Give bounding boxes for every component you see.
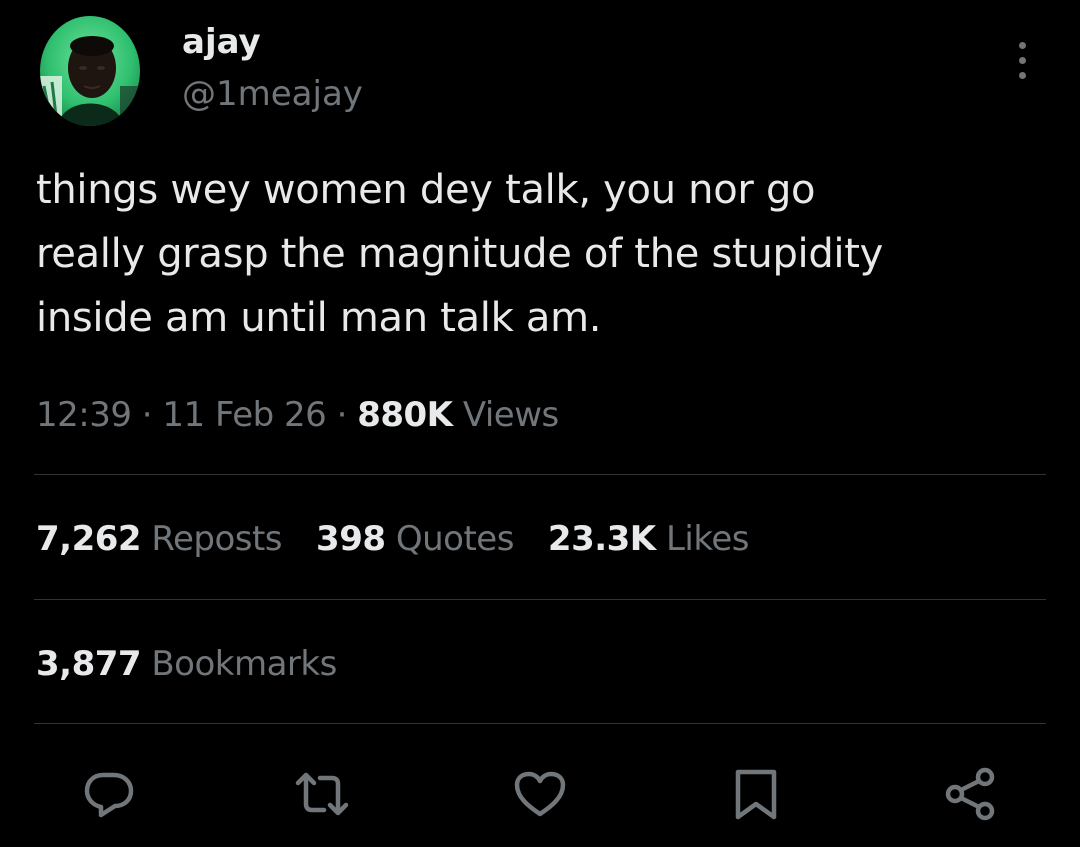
like-icon	[514, 771, 566, 817]
views-label: Views	[462, 395, 559, 435]
bookmarks-count: 3,877	[36, 644, 142, 684]
tweet-time[interactable]: 12:39	[36, 395, 132, 435]
tweet-text-line: really grasp the magnitude of the stupid…	[36, 231, 884, 277]
user-handle[interactable]: @1meajay	[182, 74, 363, 114]
tweet-text: things wey women dey talk, you nor go re…	[36, 158, 1046, 350]
divider	[34, 474, 1046, 475]
like-button[interactable]	[512, 766, 568, 822]
more-dot-icon	[1019, 42, 1026, 49]
reply-button[interactable]	[81, 766, 137, 822]
engagement-stats: 7,262 Reposts 398 Quotes 23.3K Likes	[36, 517, 783, 561]
share-button[interactable]	[943, 766, 999, 822]
more-dot-icon	[1019, 57, 1026, 64]
reposts-count: 7,262	[36, 519, 142, 559]
quotes-count: 398	[316, 519, 386, 559]
likes-count: 23.3K	[547, 519, 656, 559]
reposts-label: Reposts	[151, 519, 283, 559]
share-icon	[945, 767, 995, 821]
tweet-text-line: inside am until man talk am.	[36, 295, 602, 341]
bookmarks-label: Bookmarks	[151, 644, 337, 684]
bookmarks-stat[interactable]: 3,877 Bookmarks	[36, 642, 337, 686]
display-name[interactable]: ajay	[182, 22, 261, 62]
more-options-button[interactable]	[1008, 38, 1038, 84]
tweet-date[interactable]: 11 Feb 26	[162, 395, 326, 435]
tweet-detail: ajay @1meajay things wey women dey talk,…	[0, 0, 1080, 847]
divider	[34, 599, 1046, 600]
quotes-stat[interactable]: 398 Quotes	[316, 517, 514, 561]
tweet-text-line: things wey women dey talk, you nor go	[36, 167, 816, 213]
repost-icon	[295, 772, 349, 816]
repost-button[interactable]	[294, 766, 350, 822]
meta-separator: ·	[141, 395, 153, 435]
quotes-label: Quotes	[395, 519, 515, 559]
reply-icon	[84, 772, 134, 818]
likes-stat[interactable]: 23.3K Likes	[547, 517, 750, 561]
tweet-meta: 12:39 · 11 Feb 26 · 880K Views	[36, 393, 559, 437]
bookmark-button[interactable]	[728, 766, 784, 822]
profile-photo-icon	[40, 16, 140, 126]
likes-label: Likes	[665, 519, 750, 559]
views-count: 880K	[357, 395, 453, 435]
divider	[34, 723, 1046, 724]
more-dot-icon	[1019, 72, 1026, 79]
bookmark-icon	[735, 769, 777, 820]
avatar[interactable]	[40, 16, 140, 126]
reposts-stat[interactable]: 7,262 Reposts	[36, 517, 283, 561]
meta-separator: ·	[336, 395, 348, 435]
